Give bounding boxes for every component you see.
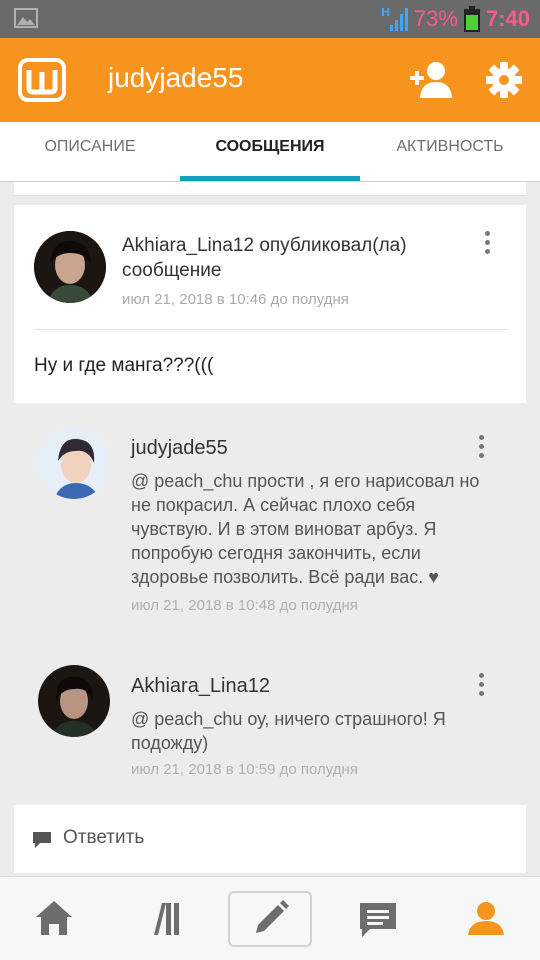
- avatar[interactable]: [38, 665, 110, 737]
- network-type-label: H: [381, 6, 390, 19]
- profile-tabs: ОПИСАНИЕ СООБЩЕНИЯ АКТИВНОСТЬ: [0, 122, 540, 182]
- post-body: Ну и где манга???(((: [34, 355, 214, 376]
- clock: 7:40: [485, 6, 530, 31]
- reply-author[interactable]: judyjade55: [131, 437, 228, 460]
- reply-label: Ответить: [63, 827, 145, 848]
- speech-bubble-icon: [33, 832, 51, 848]
- library-icon: [154, 903, 179, 935]
- bottom-navigation: [0, 876, 540, 960]
- nav-write[interactable]: [228, 891, 312, 947]
- reply-timestamp: июл 21, 2018 в 10:59 до полудня: [131, 761, 358, 778]
- profile-username-title: judyjade55: [108, 62, 244, 93]
- replies-section: judyjade55 @ peach_chu прости , я его на…: [14, 403, 526, 805]
- pencil-icon: [256, 900, 289, 933]
- reply-button[interactable]: Ответить: [14, 805, 526, 873]
- messages-icon: [360, 903, 396, 937]
- gallery-notification-icon: [14, 8, 38, 28]
- post-more-options-icon[interactable]: [482, 231, 492, 257]
- avatar-photo: [38, 665, 110, 737]
- avatar-photo: [34, 231, 106, 303]
- reply-author[interactable]: Akhiara_Lina12: [131, 675, 270, 698]
- status-bar: H 73% 7:40: [0, 0, 540, 38]
- reply-text: @ peach_chu прости , я его нарисовал но …: [131, 471, 480, 587]
- battery-icon: [463, 6, 480, 32]
- post-timestamp: июл 21, 2018 в 10:46 до полудня: [122, 291, 349, 308]
- wattpad-logo-icon[interactable]: [18, 58, 66, 102]
- nav-messages[interactable]: [336, 891, 420, 947]
- profile-icon: [468, 902, 504, 935]
- previous-card-edge: [14, 182, 526, 196]
- nav-library[interactable]: [120, 891, 204, 947]
- divider: [34, 329, 508, 330]
- settings-gear-icon[interactable]: [484, 60, 524, 100]
- home-icon: [36, 901, 72, 935]
- add-follow-icon[interactable]: [408, 60, 454, 100]
- tab-messages[interactable]: СООБЩЕНИЯ: [180, 122, 360, 182]
- battery-percent: 73%: [413, 6, 458, 31]
- reply-more-options-icon[interactable]: [476, 673, 486, 699]
- tab-description[interactable]: ОПИСАНИЕ: [0, 122, 180, 182]
- reply-timestamp: июл 21, 2018 в 10:48 до полудня: [131, 597, 358, 614]
- reply-text: @ peach_chu оу, ничего страшного! Я подо…: [131, 709, 446, 753]
- nav-home[interactable]: [12, 891, 96, 947]
- active-tab-indicator: [180, 176, 360, 181]
- message-card: Akhiara_Lina12 опубликовал(ла) сообщение…: [14, 205, 526, 873]
- post-header: Akhiara_Lina12 опубликовал(ла) сообщение: [122, 233, 452, 283]
- tab-activity[interactable]: АКТИВНОСТЬ: [360, 122, 540, 182]
- reply-more-options-icon[interactable]: [476, 435, 486, 461]
- post-author[interactable]: Akhiara_Lina12: [122, 235, 254, 256]
- avatar-photo: [38, 427, 110, 499]
- signal-icon: H: [381, 6, 408, 31]
- avatar[interactable]: [34, 231, 106, 303]
- app-bar: judyjade55: [0, 38, 540, 122]
- heart-icon: ♥: [428, 567, 439, 587]
- nav-profile[interactable]: [444, 891, 528, 947]
- avatar[interactable]: [38, 427, 110, 499]
